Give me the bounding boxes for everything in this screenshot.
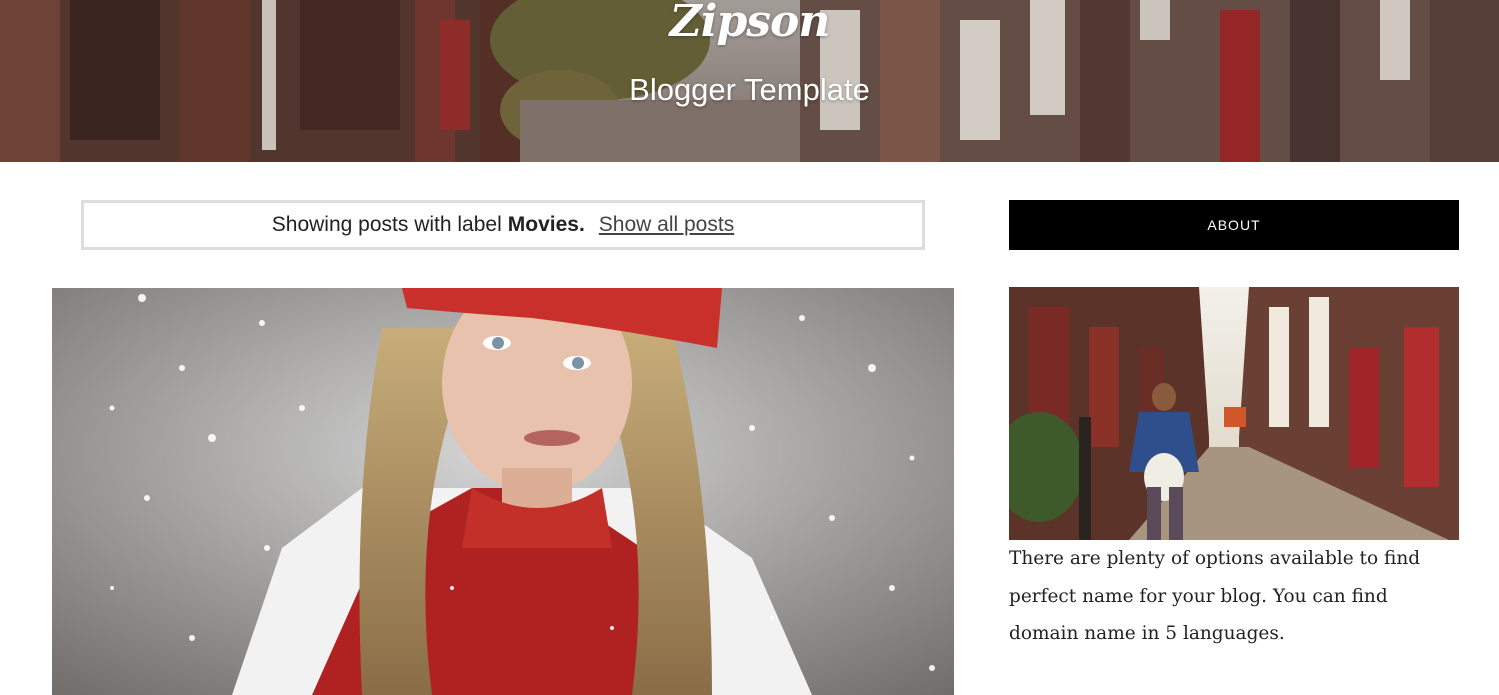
status-prefix: Showing posts with label — [271, 213, 502, 236]
about-image-graphic — [1009, 287, 1459, 540]
about-image — [1009, 287, 1459, 540]
post-image[interactable] — [52, 288, 954, 695]
label-status-box: Showing posts with label Movies. Show al… — [81, 200, 925, 250]
blog-description: Blogger Template — [629, 72, 870, 107]
blog-title[interactable]: Zipson — [0, 0, 1499, 47]
header-banner: Zipson Blogger Template — [0, 0, 1499, 162]
about-widget-title: ABOUT — [1009, 200, 1459, 250]
about-text: There are plenty of options available to… — [1009, 548, 1421, 644]
status-dot: . — [578, 213, 585, 236]
show-all-posts-link[interactable]: Show all posts — [599, 213, 734, 237]
status-label-name: Movies — [507, 213, 579, 236]
post-image-graphic — [52, 288, 954, 695]
